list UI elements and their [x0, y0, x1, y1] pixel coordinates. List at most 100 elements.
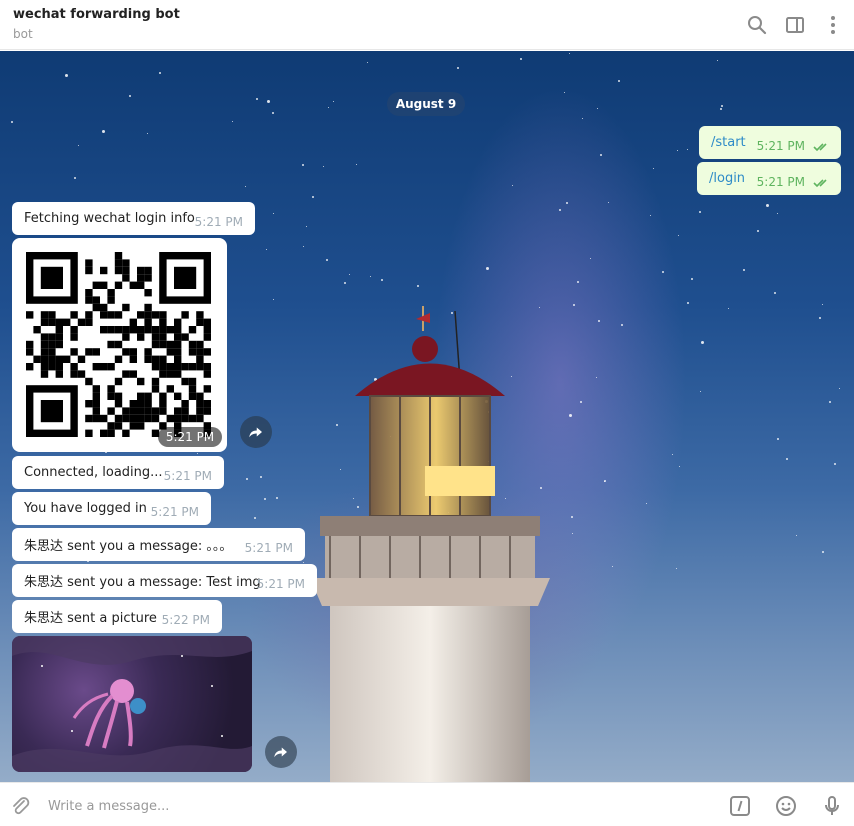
star [306, 226, 307, 227]
microphone-icon[interactable] [820, 794, 844, 818]
message-text[interactable]: /login [709, 171, 745, 186]
star [512, 185, 513, 186]
star [303, 246, 304, 247]
star [672, 454, 673, 455]
star [572, 533, 573, 534]
more-vertical-icon[interactable] [821, 13, 845, 37]
sidebar-toggle-icon[interactable] [783, 13, 807, 37]
star [717, 60, 718, 61]
star [246, 478, 248, 480]
message-text[interactable]: Connected, loading... [24, 465, 163, 480]
star [608, 202, 609, 203]
message-composer [0, 782, 854, 826]
incoming-message[interactable]: 朱思达 sent a picture 5:22 PM [12, 600, 222, 633]
chat-background: August 9 /start 5:21 PM /login 5:21 PM F… [0, 51, 854, 782]
search-icon[interactable] [745, 13, 769, 37]
message-time: 5:21 PM [756, 139, 805, 153]
star [559, 209, 561, 211]
qr-code [26, 252, 211, 437]
star [612, 566, 613, 567]
star [571, 516, 573, 518]
read-double-check-icon [813, 179, 827, 188]
star [621, 324, 623, 326]
star [829, 401, 831, 403]
message-text[interactable]: You have logged in [24, 501, 147, 516]
star [232, 121, 233, 122]
star [598, 320, 600, 322]
star [679, 466, 680, 467]
star [573, 304, 575, 306]
star [777, 213, 778, 214]
star [653, 168, 654, 169]
star [267, 100, 270, 103]
star [834, 463, 836, 465]
star [520, 58, 522, 60]
star [676, 568, 677, 569]
star [677, 150, 678, 151]
commands-icon[interactable] [728, 794, 752, 818]
incoming-message[interactable]: Connected, loading... 5:21 PM [12, 456, 224, 489]
star [159, 72, 161, 74]
star [254, 517, 256, 519]
chat-title[interactable]: wechat forwarding bot [13, 7, 180, 22]
star [597, 108, 598, 109]
chat-header: wechat forwarding bot bot [0, 0, 854, 50]
read-double-check-icon [813, 143, 827, 152]
star [312, 196, 314, 198]
incoming-message[interactable]: You have logged in 5:21 PM [12, 492, 211, 525]
message-text[interactable]: 朱思达 sent you a message: Test img [24, 571, 261, 590]
star [691, 278, 693, 280]
star [687, 149, 688, 150]
star [328, 107, 329, 108]
outgoing-message[interactable]: /login 5:21 PM [697, 162, 841, 195]
star [796, 535, 797, 536]
incoming-message[interactable]: 朱思达 sent you a message: Test img 5:21 PM [12, 564, 317, 597]
star [569, 53, 570, 54]
received-picture[interactable] [12, 636, 252, 772]
star [78, 145, 79, 146]
star [819, 317, 821, 319]
star [564, 92, 565, 93]
star [650, 215, 651, 216]
star [264, 498, 266, 500]
share-arrow-icon [249, 427, 262, 438]
star [566, 202, 568, 204]
message-input[interactable] [46, 794, 710, 818]
message-time: 5:21 PM [150, 505, 199, 519]
star [276, 497, 278, 499]
star [839, 388, 840, 389]
star [457, 67, 459, 69]
date-separator: August 9 [387, 92, 465, 116]
message-time: 5:21 PM [756, 175, 805, 189]
qr-code-image[interactable] [12, 238, 227, 452]
message-text[interactable]: 朱思达 sent you a message: 。。。 [24, 535, 232, 554]
star [302, 164, 304, 166]
star [743, 269, 745, 271]
forward-button[interactable] [240, 416, 272, 448]
star [74, 177, 76, 179]
emoji-icon[interactable] [774, 794, 798, 818]
star [577, 281, 579, 283]
message-time: 5:21 PM [194, 215, 243, 229]
message-text[interactable]: Fetching wechat login info [24, 211, 195, 226]
outgoing-message[interactable]: /start 5:21 PM [699, 126, 841, 159]
star [323, 166, 324, 167]
forward-button[interactable] [265, 736, 297, 768]
star [618, 80, 620, 82]
picture-content [12, 636, 252, 772]
incoming-message[interactable]: 朱思达 sent you a message: 。。。 5:21 PM [12, 528, 305, 561]
star [757, 230, 759, 232]
message-time: 5:21 PM [244, 541, 293, 555]
star [777, 438, 779, 440]
star [774, 292, 776, 294]
message-text[interactable]: 朱思达 sent a picture [24, 607, 157, 626]
star [590, 258, 591, 259]
message-text[interactable]: /start [711, 135, 746, 150]
attach-icon[interactable] [8, 794, 32, 818]
incoming-message[interactable]: Fetching wechat login info 5:21 PM [12, 202, 255, 235]
star [333, 101, 334, 102]
star [356, 164, 357, 165]
star [273, 299, 274, 300]
star [260, 476, 262, 478]
star [822, 304, 823, 305]
